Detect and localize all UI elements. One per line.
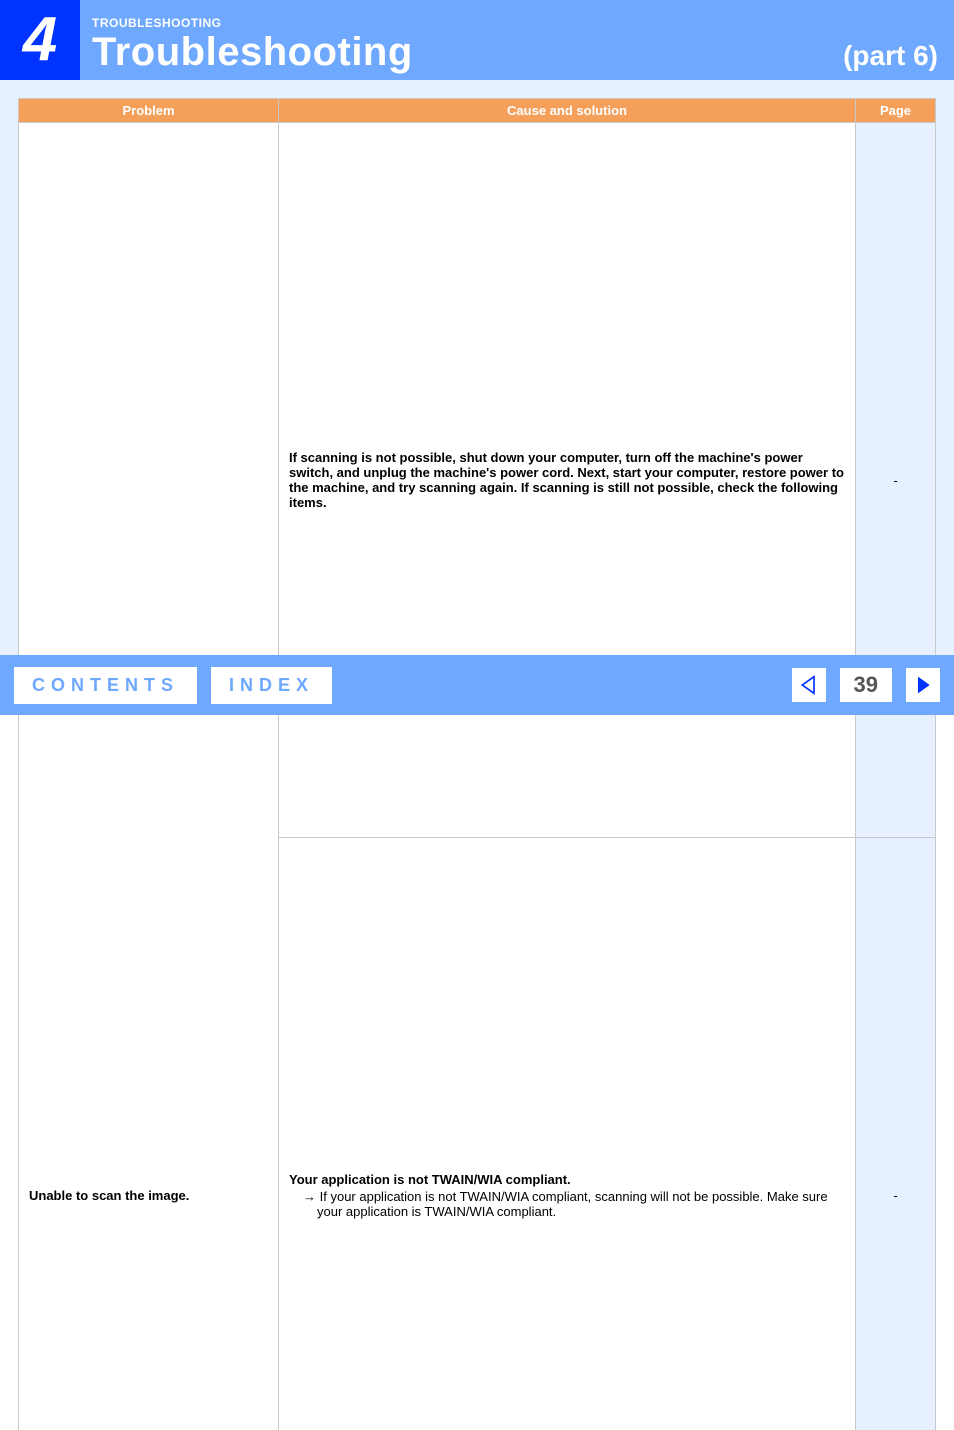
col-problem: Problem <box>19 99 279 123</box>
page-header: 4 TROUBLESHOOTING Troubleshooting (part … <box>0 0 954 80</box>
footer-bar: CONTENTS INDEX 39 <box>0 655 954 715</box>
table-row: Unable to scan the image. If scanning is… <box>19 123 936 838</box>
troubleshooting-table: Problem Cause and solution Page Unable t… <box>18 98 936 1430</box>
part-indicator: (part 6) <box>843 40 938 72</box>
cause-detail: If your application is not TWAIN/WIA com… <box>289 1189 845 1219</box>
table-header-row: Problem Cause and solution Page <box>19 99 936 123</box>
content-area: Problem Cause and solution Page Unable t… <box>0 80 954 1430</box>
cause-title: If scanning is not possible, shut down y… <box>289 450 845 510</box>
cause-title: Your application is not TWAIN/WIA compli… <box>289 1172 845 1187</box>
index-button[interactable]: INDEX <box>211 667 332 704</box>
page-ref-cell: - <box>856 838 936 1430</box>
cause-cell: Your application is not TWAIN/WIA compli… <box>279 838 856 1430</box>
manual-page: 4 TROUBLESHOOTING Troubleshooting (part … <box>0 0 954 715</box>
problem-cell: Unable to scan the image. <box>19 123 279 1430</box>
prev-page-button[interactable] <box>792 668 826 702</box>
page-title: Troubleshooting <box>92 32 946 72</box>
arrow-left-icon <box>799 675 819 695</box>
chapter-number: 4 <box>23 9 57 71</box>
breadcrumb: TROUBLESHOOTING <box>92 16 946 30</box>
arrow-right-icon <box>913 675 933 695</box>
page-number: 39 <box>840 668 892 702</box>
header-titles: TROUBLESHOOTING Troubleshooting <box>80 0 954 80</box>
page-ref-cell: - <box>856 123 936 838</box>
next-page-button[interactable] <box>906 668 940 702</box>
chapter-number-box: 4 <box>0 0 80 80</box>
col-page: Page <box>856 99 936 123</box>
cause-cell: If scanning is not possible, shut down y… <box>279 123 856 838</box>
contents-button[interactable]: CONTENTS <box>14 667 197 704</box>
col-cause: Cause and solution <box>279 99 856 123</box>
